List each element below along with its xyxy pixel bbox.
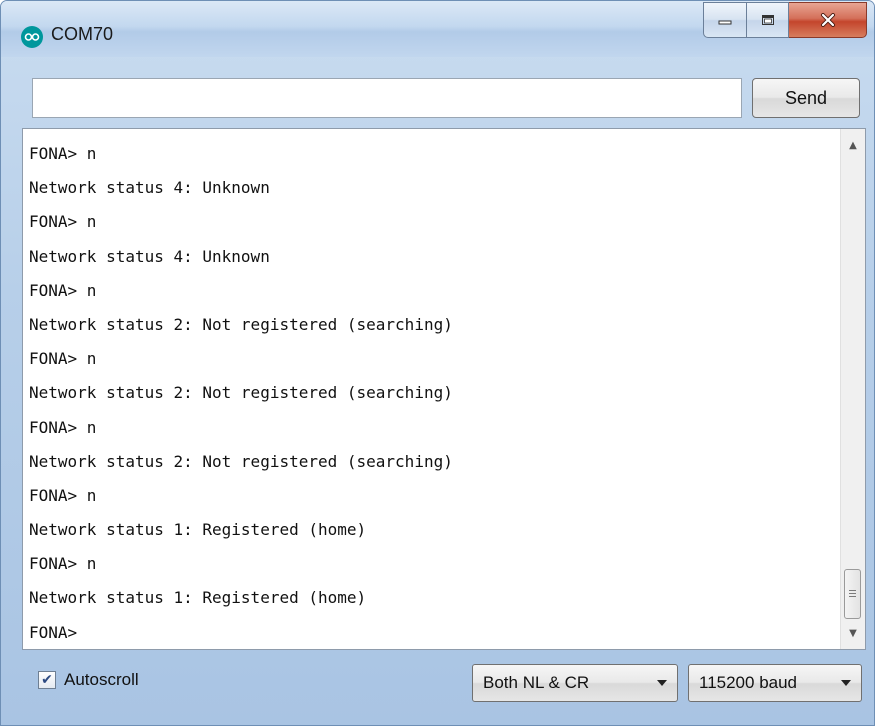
- vertical-scrollbar[interactable]: ▲ ▼: [840, 129, 865, 649]
- output-line: Network status 4: Unknown: [29, 178, 270, 198]
- bottom-bar: ✔ Autoscroll Both NL & CR 115200 baud: [22, 656, 866, 712]
- minimize-button[interactable]: [703, 2, 747, 38]
- grip-icon: [849, 590, 856, 598]
- output-line: Network status 1: Registered (home): [29, 588, 367, 608]
- serial-output-area[interactable]: FONA> n Network status 4: Unknown FONA> …: [22, 128, 866, 650]
- checkmark-icon: ✔: [41, 672, 53, 688]
- output-line: FONA> n: [29, 144, 97, 163]
- output-line: Network status 2: Not registered (search…: [29, 383, 453, 403]
- output-line: FONA> n: [29, 212, 97, 232]
- output-line: FONA> n: [29, 280, 97, 300]
- chevron-down-icon: [841, 680, 851, 686]
- send-row: Send: [22, 74, 866, 122]
- chevron-down-icon: [657, 680, 667, 686]
- scroll-up-arrow-icon[interactable]: ▲: [841, 133, 865, 157]
- output-line: Network status 2: Not registered (search…: [29, 451, 453, 471]
- maximize-button[interactable]: [747, 2, 789, 38]
- window-title: COM70: [51, 24, 114, 44]
- autoscroll-label: Autoscroll: [64, 670, 139, 689]
- close-button[interactable]: [789, 2, 867, 38]
- output-line: Network status 2: Not registered (search…: [29, 314, 453, 334]
- autoscroll-checkbox[interactable]: ✔: [38, 671, 56, 689]
- serial-output-lines: FONA> n Network status 4: Unknown FONA> …: [29, 137, 829, 650]
- output-line: Network status 4: Unknown: [29, 246, 270, 266]
- baud-rate-select[interactable]: 115200 baud: [688, 664, 862, 702]
- output-line: FONA>: [29, 622, 78, 642]
- send-button[interactable]: Send: [752, 78, 860, 118]
- output-line: FONA> n: [29, 485, 97, 505]
- minimize-icon: [718, 20, 732, 25]
- close-icon: [820, 13, 835, 27]
- arduino-infinity-icon: [21, 26, 43, 48]
- output-line: FONA> n: [29, 554, 97, 574]
- scroll-down-arrow-icon[interactable]: ▼: [841, 621, 865, 645]
- title-bar[interactable]: COM70: [1, 1, 874, 57]
- output-line: FONA> n: [29, 349, 97, 369]
- serial-monitor-window: COM70 Send FONA> n Network status 4: Unk…: [0, 0, 875, 726]
- caption-buttons: [703, 2, 867, 40]
- scrollbar-thumb[interactable]: [844, 569, 861, 619]
- autoscroll-toggle[interactable]: ✔ Autoscroll: [38, 670, 139, 690]
- send-input[interactable]: [32, 78, 742, 118]
- output-line: FONA> n: [29, 417, 97, 437]
- line-ending-select[interactable]: Both NL & CR: [472, 664, 678, 702]
- maximize-icon: [761, 15, 774, 25]
- output-line: Network status 1: Registered (home): [29, 520, 367, 540]
- baud-rate-value: 115200 baud: [699, 673, 798, 692]
- line-ending-value: Both NL & CR: [483, 673, 590, 692]
